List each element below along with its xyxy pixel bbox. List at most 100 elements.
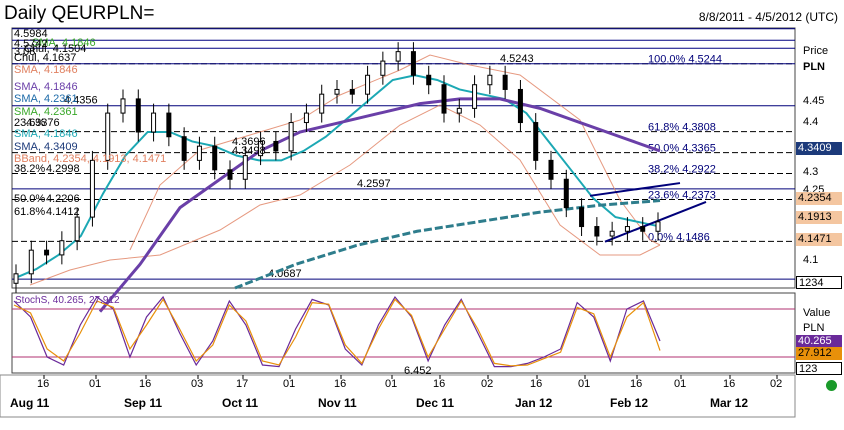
x-month-label: Dec 11 [416, 396, 455, 410]
x-tick-day: 01 [89, 378, 102, 390]
x-tick-day: 02 [770, 378, 783, 390]
price-candle [533, 122, 539, 161]
price-candle [319, 93, 325, 114]
y-axis-header-value: Value [803, 307, 831, 319]
price-candle [472, 84, 478, 109]
price-candle [441, 84, 447, 114]
price-candle [135, 98, 141, 133]
y-axis-header-price: Price [803, 45, 829, 57]
chart-title: Daily QEURPLN= [4, 3, 155, 24]
price-candle [334, 88, 340, 95]
x-tick-day: 03 [191, 378, 204, 390]
overlay-label: SMA, 4.1846 [14, 128, 78, 140]
price-candle [456, 107, 462, 114]
value-tag: 4.1913 [796, 211, 842, 224]
overlay-label: 4.2998 [46, 163, 80, 175]
x-tick-day: 01 [385, 378, 398, 390]
overlay-label: 50.0% [14, 193, 46, 205]
stoch-panel-border [11, 292, 796, 374]
price-candle [624, 226, 630, 232]
price-candle [640, 226, 646, 232]
stoch-tag: 27.912 [796, 347, 842, 360]
x-month-label: Nov 11 [318, 396, 357, 410]
overlay-label: 4.1412 [46, 206, 80, 218]
price-candle [579, 207, 585, 228]
price-candle [609, 230, 615, 237]
status-indicator-icon [826, 380, 837, 391]
price-candle [212, 145, 218, 171]
price-candle [303, 112, 309, 124]
price-candle [273, 140, 279, 152]
x-month-label: Jan 12 [515, 396, 553, 410]
value-tag: 1234 [796, 276, 842, 289]
fib-label: 38.2% 4.2922 [648, 164, 716, 176]
y-tick-label: 4.4 [803, 116, 819, 128]
overlay-label: 38.2% [14, 163, 46, 175]
x-month-label: Feb 12 [610, 396, 649, 410]
price-candle [349, 88, 355, 95]
y-tick-label: 4.45 [803, 95, 825, 107]
value-tag: 4.1471 [796, 233, 842, 246]
stoch-tag: 123 [796, 362, 842, 375]
x-month-label: Sep 11 [124, 396, 163, 410]
fib-label: 0.0% 4.1486 [648, 231, 710, 243]
price-candle [181, 136, 187, 161]
price-candle [242, 155, 248, 180]
x-month-label: Oct 11 [222, 396, 259, 410]
price-candle [380, 60, 386, 76]
price-candle [196, 145, 202, 161]
overlay-label: 4.2206 [46, 193, 80, 205]
level-label: 4.5243 [500, 53, 534, 65]
price-candle [28, 249, 34, 275]
price-candle [502, 74, 508, 90]
price-candle [74, 216, 80, 242]
x-tick-day: 02 [481, 378, 494, 390]
overlay-label: SMA, 4.3409 [14, 141, 78, 153]
price-candle [655, 221, 661, 232]
y-tick-label: 4.3 [803, 166, 819, 178]
price-candle [227, 169, 233, 180]
price-candle [548, 159, 554, 180]
x-tick-day: 16 [530, 378, 543, 390]
level-label: 4.2597 [357, 178, 391, 190]
price-candle [563, 178, 569, 209]
price-candle [365, 74, 371, 95]
price-candle [151, 112, 157, 133]
x-month-label: Aug 11 [10, 396, 50, 410]
price-candle [120, 98, 126, 114]
price-candle [487, 74, 493, 86]
y-axis-header-currency: PLN [803, 61, 825, 73]
price-candle [44, 249, 50, 256]
x-tick-day: 16 [630, 378, 643, 390]
overlay-label: SMA, 4.1846 [14, 64, 78, 76]
fib-label: 50.0% 4.3365 [648, 143, 716, 155]
x-tick-day: 16 [433, 378, 446, 390]
price-candle [166, 112, 172, 138]
x-tick-day: 01 [578, 378, 591, 390]
overlay-label: SMA, 4.1846 [14, 81, 78, 93]
value-tag: 4.2354 [796, 192, 842, 205]
value-tag: 4.3409 [796, 142, 842, 155]
y-tick-label: 4.1 [803, 254, 819, 266]
price-candle [13, 273, 19, 284]
price-candle [59, 240, 65, 256]
x-tick-day: 16 [37, 378, 50, 390]
price-candle [89, 159, 95, 218]
price-candle [288, 122, 294, 152]
x-tick-day: 01 [674, 378, 687, 390]
x-tick-day: 16 [334, 378, 347, 390]
price-candle [426, 74, 432, 86]
price-candle [395, 51, 401, 62]
x-tick-day: 16 [723, 378, 736, 390]
price-candle [594, 226, 600, 237]
price-candle [517, 88, 523, 124]
stoch-annotation: 6.452 [404, 365, 432, 377]
overlay-label: 61.8% [14, 206, 46, 218]
x-month-label: Mar 12 [710, 396, 749, 410]
overlay-label: 4.3498 [232, 145, 266, 157]
date-range: 8/8/2011 - 4/5/2012 (UTC) [698, 10, 838, 24]
stoch-title: StochS, 40.265, 27.912 [15, 295, 120, 306]
x-tick-day: 16 [139, 378, 152, 390]
x-tick-day: 01 [283, 378, 296, 390]
x-tick-day: 17 [236, 378, 249, 390]
